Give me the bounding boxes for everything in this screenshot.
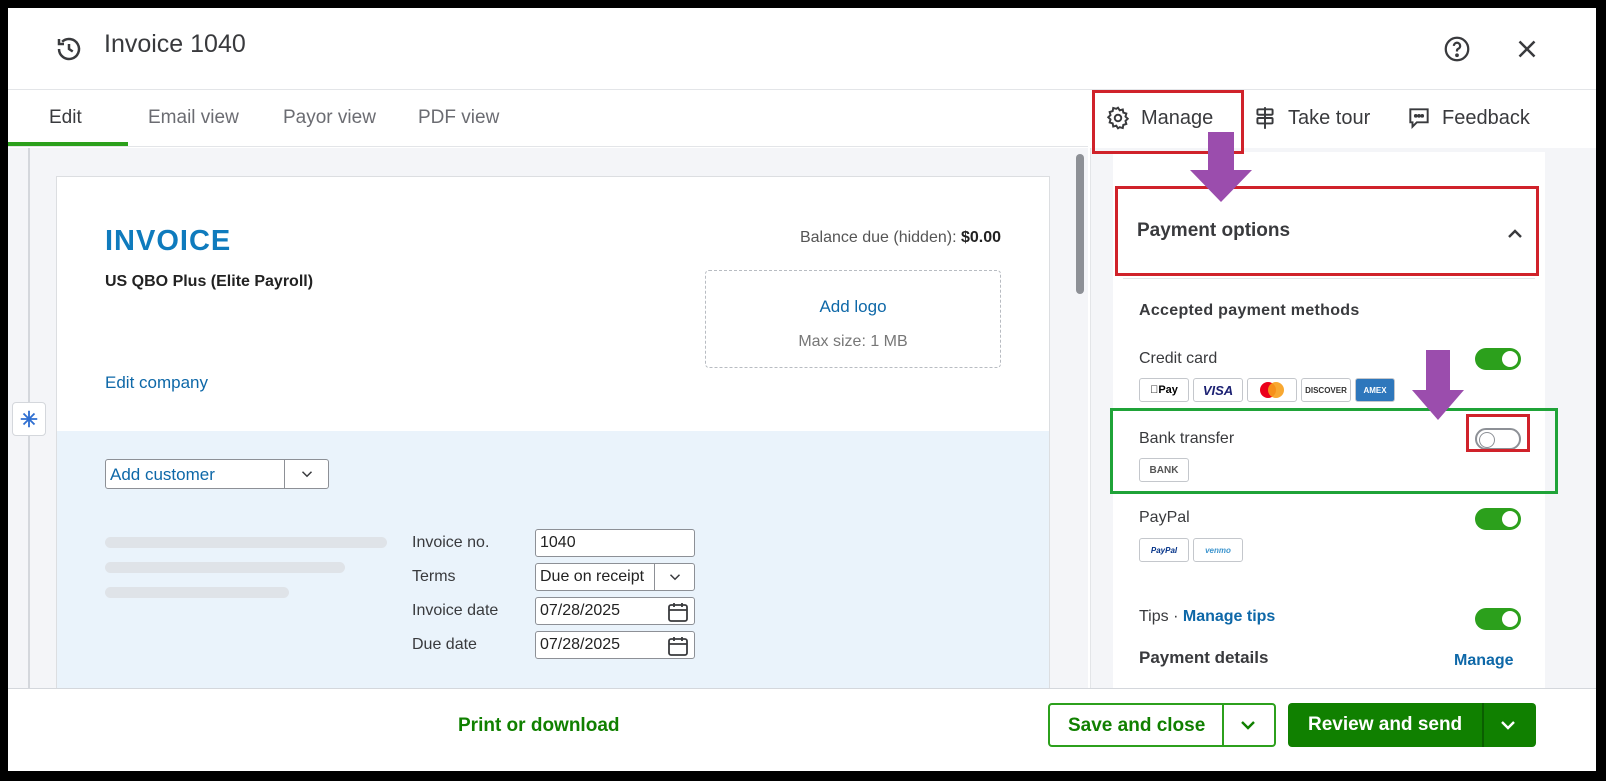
- invoice-title: INVOICE: [105, 225, 232, 257]
- tab-edit[interactable]: Edit: [49, 107, 82, 129]
- balance-value: $0.00: [960, 229, 1001, 246]
- paypal-badge: PayPal: [1139, 538, 1189, 562]
- tips-row: Tips · Manage tips: [1139, 608, 1275, 626]
- invoice-header-section: INVOICE US QBO Plus (Elite Payroll) Edit…: [57, 177, 1049, 431]
- company-name: US QBO Plus (Elite Payroll): [105, 273, 314, 290]
- window-header: Invoice 1040: [8, 8, 1596, 90]
- calendar-icon[interactable]: [666, 600, 690, 624]
- visa-badge: VISA: [1193, 378, 1243, 402]
- invoice-paper: INVOICE US QBO Plus (Elite Payroll) Edit…: [56, 176, 1050, 701]
- invoice-no-value: 1040: [540, 534, 576, 551]
- history-icon[interactable]: [54, 34, 84, 64]
- terms-select[interactable]: Due on receipt: [535, 563, 695, 591]
- paypal-label: PayPal: [1139, 509, 1190, 526]
- tab-email-view[interactable]: Email view: [148, 107, 239, 129]
- balance-label: Balance due (hidden):: [799, 229, 961, 246]
- invoice-window: Invoice 1040 Edit Email view Payor view …: [8, 8, 1596, 771]
- paypal-toggle[interactable]: [1475, 508, 1521, 530]
- accepted-methods-heading: Accepted payment methods: [1139, 302, 1360, 319]
- calendar-icon[interactable]: [666, 634, 690, 658]
- add-customer-value: Add customer: [110, 465, 215, 484]
- signpost-icon: [1256, 107, 1274, 129]
- scrollbar-thumb[interactable]: [1076, 154, 1084, 294]
- payment-details-heading: Payment details: [1139, 648, 1269, 667]
- add-logo-link[interactable]: Add logo: [706, 297, 1000, 317]
- take-tour-button[interactable]: Take tour: [1252, 105, 1370, 131]
- chat-bubble-icon: [1409, 108, 1429, 130]
- page-title: Invoice 1040: [104, 30, 246, 58]
- discover-badge: DISCOVER: [1301, 378, 1351, 402]
- save-and-close-button[interactable]: Save and close: [1048, 703, 1276, 747]
- button-split-divider: [1482, 703, 1484, 747]
- payment-details-manage-link[interactable]: Manage: [1454, 652, 1514, 670]
- address-placeholder-line: [105, 587, 289, 598]
- invoice-customer-section: Add customer Invoice no. 1040 Terms Due …: [57, 431, 1049, 701]
- terms-label: Terms: [412, 568, 456, 585]
- invoice-date-value: 07/28/2025: [540, 602, 621, 619]
- terms-value: Due on receipt: [540, 568, 645, 585]
- close-icon[interactable]: [1512, 34, 1542, 64]
- take-tour-label: Take tour: [1288, 106, 1371, 129]
- invoice-no-label: Invoice no.: [412, 534, 490, 551]
- due-date-input[interactable]: 07/28/2025: [535, 631, 695, 659]
- invoice-date-label: Invoice date: [412, 602, 499, 619]
- payment-options-highlight-box: [1115, 186, 1539, 276]
- chevron-down-icon[interactable]: [1236, 713, 1260, 737]
- apple-pay-badge: Pay: [1139, 378, 1189, 402]
- mastercard-badge: [1247, 378, 1297, 402]
- down-arrow-icon: [1190, 132, 1252, 202]
- max-size-note: Max size: 1 MB: [798, 333, 908, 350]
- feedback-label: Feedback: [1442, 106, 1530, 129]
- credit-card-toggle[interactable]: [1475, 348, 1521, 370]
- footer-bar: Print or download Save and close Review …: [8, 688, 1596, 771]
- due-date-label: Due date: [412, 636, 477, 653]
- bank-toggle-highlight-box: [1466, 414, 1530, 452]
- tips-label: Tips ·: [1139, 608, 1183, 625]
- active-tab-indicator: [8, 142, 128, 146]
- address-placeholder-line: [105, 562, 345, 573]
- add-logo-dropzone[interactable]: Add logo Max size: 1 MB: [705, 270, 1001, 368]
- view-tabs: Edit Email view Payor view PDF view: [8, 91, 1088, 147]
- sparkle-assistant-icon[interactable]: [12, 402, 46, 436]
- add-customer-select[interactable]: Add customer: [105, 459, 329, 489]
- amex-badge: AMEX: [1355, 378, 1395, 402]
- section-divider: [1123, 278, 1535, 279]
- save-and-close-label: Save and close: [1068, 715, 1206, 736]
- tab-payor-view[interactable]: Payor view: [283, 107, 376, 129]
- button-split-divider: [1222, 705, 1224, 745]
- print-or-download-link[interactable]: Print or download: [458, 715, 620, 737]
- venmo-badge: venmo: [1193, 538, 1243, 562]
- address-placeholder-line: [105, 537, 387, 548]
- balance-due: Balance due (hidden): $0.00: [800, 229, 1001, 247]
- feedback-button[interactable]: Feedback: [1406, 105, 1530, 131]
- invoice-no-input[interactable]: 1040: [535, 529, 695, 557]
- due-date-value: 07/28/2025: [540, 636, 621, 653]
- chevron-down-icon[interactable]: [284, 460, 328, 488]
- invoice-date-input[interactable]: 07/28/2025: [535, 597, 695, 625]
- down-arrow-icon: [1412, 350, 1464, 420]
- tab-pdf-view[interactable]: PDF view: [418, 107, 499, 129]
- chevron-down-icon[interactable]: [1496, 713, 1520, 737]
- chevron-down-icon[interactable]: [654, 564, 694, 590]
- tips-toggle[interactable]: [1475, 608, 1521, 630]
- credit-card-label: Credit card: [1139, 350, 1218, 367]
- review-and-send-label: Review and send: [1308, 714, 1463, 735]
- review-and-send-button[interactable]: Review and send: [1288, 703, 1536, 747]
- manage-tips-link[interactable]: Manage tips: [1183, 608, 1275, 625]
- help-icon[interactable]: [1442, 34, 1472, 64]
- edit-company-link[interactable]: Edit company: [105, 373, 208, 393]
